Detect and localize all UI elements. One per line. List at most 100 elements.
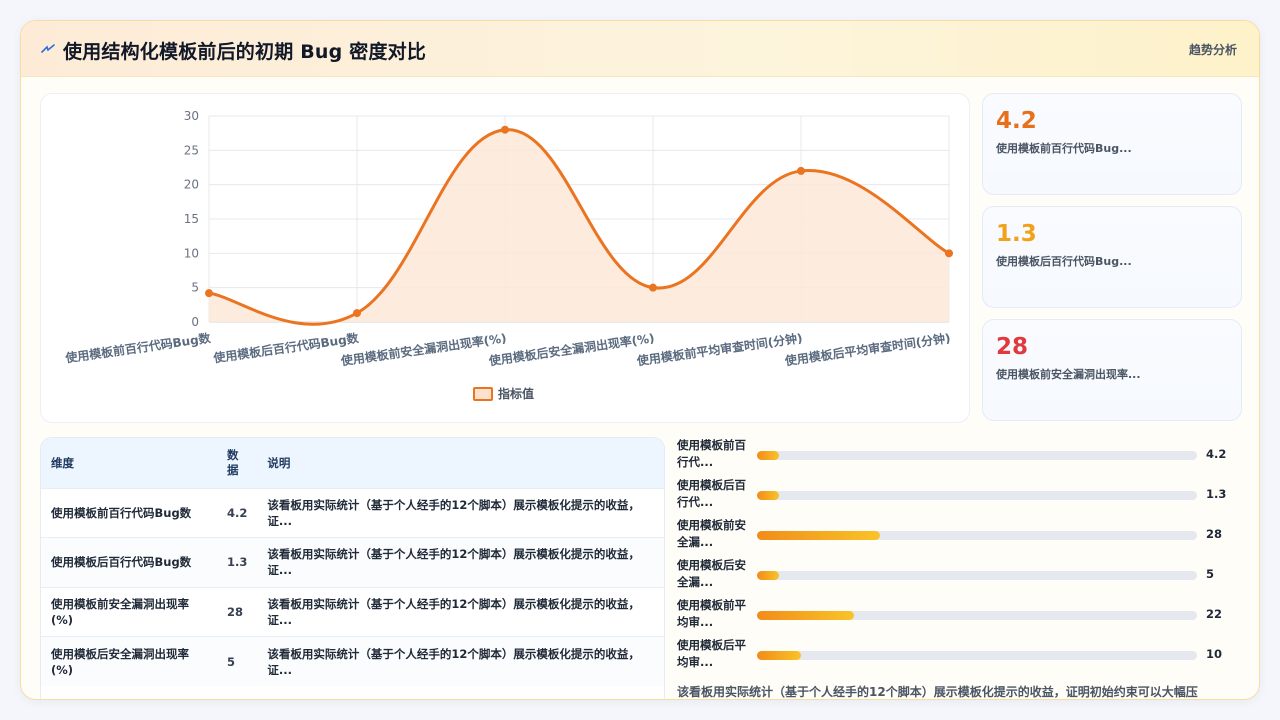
bar-label: 使用模板后安 全漏... (677, 557, 755, 591)
cell-desc: 该看板用实际统计（基于个人经手的12个脚本）展示模板化提示的收益， 证... (257, 587, 664, 637)
stat-card-1: 1.3 使用模板后百行代码Bug... (982, 206, 1242, 308)
bar-value: 1.3 (1206, 487, 1227, 501)
cell-dimension: 使用模板后安全漏洞出现率(%) (51, 646, 189, 677)
cell-desc-line: 证... (267, 662, 292, 677)
bar-label-line: 全漏... (677, 575, 714, 589)
col-header-desc: 说明 (267, 455, 291, 470)
x-tick-label: 使用模板前安全漏洞出现率(%) (339, 330, 507, 368)
bar-fill (757, 611, 854, 620)
dashboard-card: 使用结构化模板前后的初期 Bug 密度对比 趋势分析 0 5 10 15 20 25 30 使… (20, 20, 1260, 700)
x-tick-label: 使用模板后安全漏洞出现率(%) (487, 330, 655, 368)
bar-value: 4.2 (1206, 447, 1227, 461)
bar-label: 使用模板前平 均审... (677, 597, 755, 631)
bar-fill (757, 651, 801, 660)
bar-fill (757, 571, 779, 580)
stat-label: 使用模板前安全漏洞出现率... (996, 368, 1141, 381)
y-tick-label: 15 (184, 212, 199, 226)
cell-desc-line: 证... (267, 513, 292, 528)
data-point (353, 309, 361, 318)
stat-card-2: 28 使用模板前安全漏洞出现率... (982, 319, 1242, 421)
bar-label-line: 使用模板后平 (677, 638, 746, 652)
data-point (649, 283, 657, 292)
bar-fill (757, 451, 779, 460)
y-tick-label: 5 (191, 281, 199, 295)
stat-value: 1.3 (996, 221, 1037, 247)
spark-icon (41, 44, 55, 53)
cell-value: 4.2 (227, 505, 248, 520)
cell-value: 28 (227, 604, 244, 619)
bar-track (757, 451, 1197, 460)
summary-text: 该看板用实际统计（基于个人经手的12个脚本）展示模板化提示的收益，证明初始约束可… (677, 685, 1198, 699)
bar-value: 28 (1206, 527, 1223, 541)
x-tick-label: 使用模板前平均审查时间(分钟) (635, 330, 803, 368)
table-row: 使用模板前百行代码Bug数 4.2 该看板用实际统计（基于个人经手的12个脚本）… (41, 488, 664, 538)
trend-analysis-tag[interactable]: 趋势分析 (1189, 41, 1237, 58)
bar-label-line: 使用模板前平 (677, 598, 746, 612)
cell-desc-line: 证... (267, 612, 292, 627)
stat-value: 4.2 (996, 108, 1037, 134)
stat-value: 28 (996, 334, 1029, 360)
cell-dimension: 使用模板前百行代码Bug数 (51, 505, 192, 520)
stat-label: 使用模板后百行代码Bug... (996, 255, 1132, 268)
bar-fill (757, 531, 881, 540)
stat-card-0: 4.2 使用模板前百行代码Bug... (982, 93, 1242, 195)
data-table: 维度 数据 说明 使用模板前百行代码Bug数 4.2 该看板用实际统计（基于个人… (41, 438, 664, 686)
x-tick-label: 使用模板前百行代码Bug数 (63, 330, 212, 365)
cell-desc-line: 该看板用实际统计（基于个人经手的12个脚本）展示模板化提示的收益， (267, 497, 640, 512)
x-tick-label: 使用模板后平均审查时间(分钟) (783, 330, 951, 368)
cell-desc-line: 该看板用实际统计（基于个人经手的12个脚本）展示模板化提示的收益， (267, 596, 640, 611)
col-header-dimension: 维度 (51, 455, 74, 470)
bar-fill (757, 491, 779, 500)
table-row: 使用模板后安全漏洞出现率(%) 5 该看板用实际统计（基于个人经手的12个脚本）… (41, 636, 664, 687)
stat-label: 使用模板前百行代码Bug... (996, 142, 1132, 155)
table-row: 使用模板前安全漏洞出现率(%) 28 该看板用实际统计（基于个人经手的12个脚本… (41, 587, 664, 637)
bar-value: 10 (1206, 647, 1223, 661)
bar-label: 使用模板前百 行代... (677, 437, 755, 471)
bar-value: 22 (1206, 607, 1223, 621)
header-bar: 使用结构化模板前后的初期 Bug 密度对比 趋势分析 (21, 21, 1259, 77)
data-point (945, 249, 953, 258)
cell-desc-line: 证... (267, 563, 292, 578)
bar-label-line: 均审... (677, 655, 714, 669)
bar-label-line: 使用模板前安 (677, 518, 746, 532)
bar-label-line: 行代... (677, 455, 714, 469)
legend-swatch (473, 387, 493, 401)
data-table-panel: 维度 数据 说明 使用模板前百行代码Bug数 4.2 该看板用实际统计（基于个人… (40, 437, 665, 699)
cell-desc-line: 该看板用实际统计（基于个人经手的12个脚本）展示模板化提示的收益， (267, 646, 640, 661)
data-point (797, 166, 805, 175)
y-tick-label: 10 (184, 246, 199, 260)
cell-dimension: 使用模板前安全漏洞出现率(%) (51, 596, 189, 627)
bar-value: 5 (1206, 567, 1215, 581)
legend-label: 指标值 (498, 386, 534, 401)
data-point (205, 289, 213, 298)
line-chart-panel: 0 5 10 15 20 25 30 使用模板前百行代码Bug数 使用模板后百行代码Bug数 使用… (40, 93, 970, 423)
cell-desc: 该看板用实际统计（基于个人经手的12个脚本）展示模板化提示的收益， 证... (257, 538, 664, 588)
bar-row: 使用模板后平 均审... 10 (677, 637, 1247, 677)
bar-label: 使用模板后百 行代... (677, 477, 755, 511)
bar-track (757, 611, 1197, 620)
cell-value: 1.3 (227, 555, 248, 570)
bar-label-line: 使用模板后百 (677, 478, 746, 492)
bar-track (757, 531, 1197, 540)
bar-row: 使用模板前平 均审... 22 (677, 597, 1247, 637)
x-tick-label: 使用模板后百行代码Bug数 (211, 330, 360, 365)
y-tick-label: 20 (184, 178, 199, 192)
y-tick-label: 25 (184, 143, 199, 157)
bar-label: 使用模板后平 均审... (677, 637, 755, 671)
bar-row: 使用模板前安 全漏... 28 (677, 517, 1247, 557)
bar-track (757, 651, 1197, 660)
y-tick-label: 0 (191, 315, 199, 329)
bar-row: 使用模板后安 全漏... 5 (677, 557, 1247, 597)
cell-desc: 该看板用实际统计（基于个人经手的12个脚本）展示模板化提示的收益， 证... (257, 637, 664, 687)
page-title: 使用结构化模板前后的初期 Bug 密度对比 (63, 41, 427, 63)
cell-desc-line: 该看板用实际统计（基于个人经手的12个脚本）展示模板化提示的收益， (267, 547, 640, 562)
bar-label-line: 使用模板前百 (677, 438, 746, 452)
bar-label-line: 使用模板后安 (677, 558, 746, 572)
table-row: 使用模板后百行代码Bug数 1.3 该看板用实际统计（基于个人经手的12个脚本）… (41, 537, 664, 588)
line-chart: 051015202530使用模板前百行代码Bug数 使用模板后百行代码Bug数使用… (63, 109, 953, 401)
cell-value: 5 (227, 654, 236, 669)
bar-track (757, 491, 1197, 500)
table-header-row: 维度 数据 说明 (41, 438, 664, 488)
bar-row: 使用模板前百 行代... 4.2 (677, 437, 1247, 477)
series-area (209, 129, 949, 325)
